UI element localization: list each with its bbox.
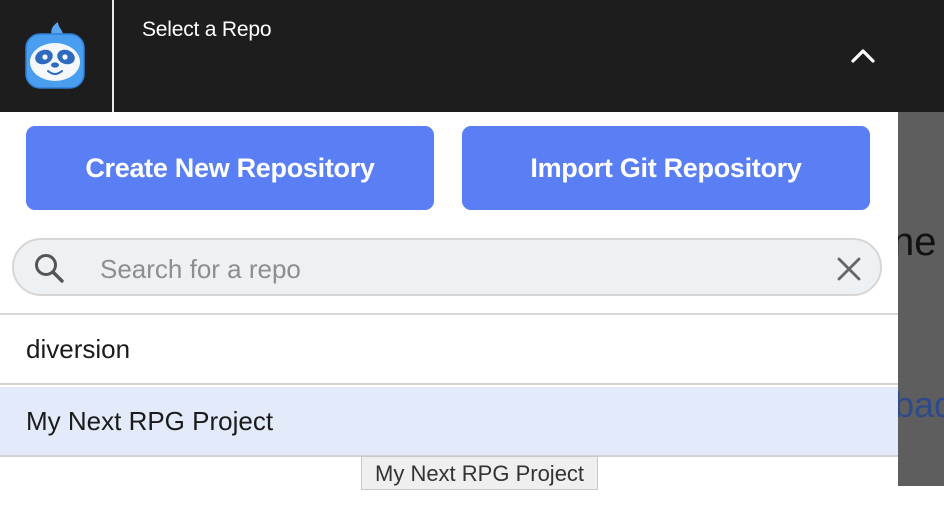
background-link: bad [898,384,944,425]
close-icon[interactable] [834,254,864,284]
background-heading: ne [898,220,937,264]
header-bar: Select a Repo [0,0,944,112]
tooltip: My Next RPG Project [361,456,599,490]
sloth-logo-icon[interactable] [0,0,112,112]
chevron-up-icon[interactable] [848,40,878,70]
import-git-repository-button[interactable]: Import Git Repository [462,126,870,210]
create-repository-button[interactable]: Create New Repository [26,126,434,210]
background-app: ne bad [898,112,944,486]
list-item[interactable]: diversion [0,315,898,385]
list-item[interactable]: My Next RPG Project [0,387,898,457]
repo-dropdown-panel: Create New Repository Import Git Reposit… [0,112,898,529]
search-input[interactable] [98,248,802,290]
search-box [12,238,882,296]
header-divider [112,0,114,112]
select-repo-title[interactable]: Select a Repo [142,18,272,42]
search-icon [32,251,66,285]
